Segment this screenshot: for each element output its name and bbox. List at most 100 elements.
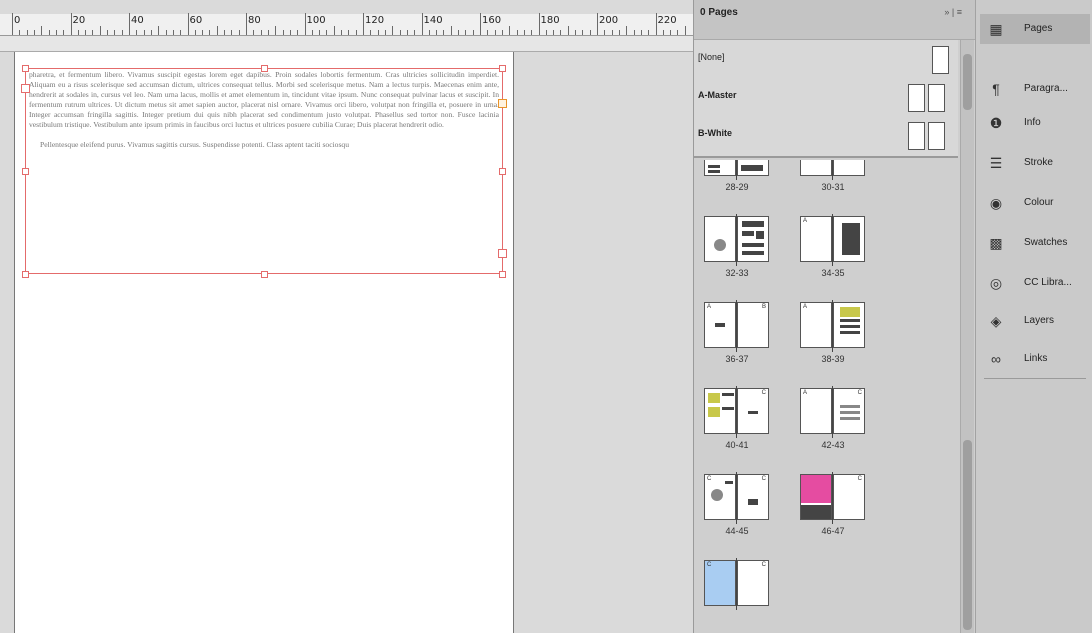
- ruler-minor-tick: [509, 26, 511, 35]
- ruler-minor-tick: [458, 30, 460, 35]
- dock-item-colour[interactable]: ◉ Colour: [980, 188, 1090, 218]
- ruler-minor-tick: [136, 30, 138, 35]
- pages-scroll-thumb[interactable]: [963, 440, 972, 630]
- resize-handle-top-center[interactable]: [261, 65, 268, 72]
- ruler-minor-tick: [392, 26, 394, 35]
- ruler-minor-tick: [99, 26, 101, 35]
- ruler-minor-tick: [487, 30, 489, 35]
- master-a[interactable]: A-Master: [694, 80, 958, 116]
- dock-item-label: Swatches: [1024, 237, 1068, 248]
- ruler-minor-tick: [231, 30, 233, 35]
- ruler-label: 40: [131, 15, 144, 26]
- resize-handle-bottom-left[interactable]: [22, 271, 29, 278]
- dock-item-label: Pages: [1024, 23, 1053, 34]
- ruler-minor-tick: [348, 30, 350, 35]
- spread-number: 36-37: [725, 354, 749, 364]
- dock-item-info[interactable]: ❶ Info: [980, 108, 1090, 138]
- ruler-minor-tick: [611, 30, 613, 35]
- ruler-minor-tick: [85, 30, 87, 35]
- ruler-label: 60: [189, 15, 203, 26]
- dock-item-pages[interactable]: ▦ Pages: [980, 14, 1090, 44]
- overset-port[interactable]: [498, 249, 507, 258]
- resize-handle-top-left[interactable]: [22, 65, 29, 72]
- dock-item-label: Paragra...: [1024, 83, 1068, 94]
- ruler-label: 180: [540, 15, 560, 26]
- ruler-minor-tick: [341, 30, 343, 35]
- resize-handle-mid-left[interactable]: [22, 168, 29, 175]
- out-port[interactable]: [498, 99, 507, 108]
- resize-handle-bottom-right[interactable]: [499, 271, 506, 278]
- pages-panel-title[interactable]: 0 Pages: [700, 7, 738, 18]
- in-port[interactable]: [21, 84, 30, 93]
- ruler-label: 0: [14, 15, 21, 26]
- spread-number: 30-31: [821, 182, 845, 192]
- master-none[interactable]: [None]: [694, 42, 958, 78]
- dock-item-label: CC Libra...: [1024, 277, 1072, 288]
- horizontal-ruler[interactable]: 0 20 40 60 80 100 120 140 160 180 200 220: [0, 13, 693, 36]
- dock-item-links[interactable]: ∞ Links: [980, 344, 1090, 374]
- ruler-label: 220: [657, 15, 677, 26]
- ruler-minor-tick: [216, 26, 218, 35]
- layers-icon: ◈: [990, 313, 1002, 329]
- document-page[interactable]: pharetra, et fermentum libero. Vivamus s…: [14, 52, 514, 633]
- ruler-minor-tick: [465, 30, 467, 35]
- ruler-minor-tick: [180, 30, 182, 35]
- masters-scroll-thumb[interactable]: [963, 54, 972, 110]
- dock-item-paragraph[interactable]: ¶ Paragra...: [980, 74, 1090, 104]
- dock-item-layers[interactable]: ◈ Layers: [980, 306, 1090, 336]
- master-thumbnail[interactable]: [908, 122, 925, 150]
- pasteboard[interactable]: [0, 36, 693, 52]
- ruler-minor-tick: [209, 30, 211, 35]
- dock-item-label: Links: [1024, 353, 1048, 364]
- master-thumbnail[interactable]: [908, 84, 925, 112]
- ruler-minor-tick: [282, 30, 284, 35]
- ruler-minor-tick: [77, 30, 79, 35]
- ruler-minor-tick: [626, 26, 628, 35]
- resize-handle-mid-right[interactable]: [499, 168, 506, 175]
- colour-icon: ◉: [989, 195, 1003, 211]
- ruler-minor-tick: [165, 30, 167, 35]
- ruler-minor-tick: [531, 30, 533, 35]
- masters-section[interactable]: [None] A-Master B-White: [694, 40, 958, 158]
- resize-handle-bottom-center[interactable]: [261, 271, 268, 278]
- spread-number: 34-35: [821, 268, 845, 278]
- dock-item-cc-libraries[interactable]: ◎ CC Libra...: [980, 268, 1090, 298]
- ruler-minor-tick: [289, 30, 291, 35]
- page-spreads-list[interactable]: 28-29 30-31 32-33 A 34-35 A B 36-37 A 38…: [694, 160, 958, 633]
- master-label: [None]: [698, 52, 725, 62]
- dock-item-stroke[interactable]: ☰ Stroke: [980, 148, 1090, 178]
- document-window[interactable]: 0 20 40 60 80 100 120 140 160 180 200 220 pharetra,…: [0, 0, 693, 633]
- panel-menu-icon[interactable]: » | ≡: [944, 7, 962, 17]
- ruler-minor-tick: [604, 30, 606, 35]
- master-b[interactable]: B-White: [694, 118, 958, 154]
- ruler-minor-tick: [582, 30, 584, 35]
- ruler-minor-tick: [640, 30, 642, 35]
- dock-item-swatches[interactable]: ▩ Swatches: [980, 228, 1090, 258]
- panel-dock[interactable]: ▦ Pages ¶ Paragra... ❶ Info ☰ Stroke ◉ C…: [975, 0, 1092, 633]
- master-thumbnail[interactable]: [928, 84, 945, 112]
- ruler-minor-tick: [158, 26, 160, 35]
- master-thumbnail[interactable]: [928, 122, 945, 150]
- master-label: B-White: [698, 128, 732, 138]
- dock-item-label: Info: [1024, 117, 1041, 128]
- ruler-minor-tick: [684, 26, 686, 35]
- pages-panel-scrollbar[interactable]: [960, 40, 974, 633]
- ruler-minor-tick: [238, 30, 240, 35]
- pages-panel-header: 0 Pages » | ≡: [694, 0, 976, 40]
- text-frame[interactable]: pharetra, et fermentum libero. Vivamus s…: [21, 65, 507, 278]
- ruler-minor-tick: [377, 30, 379, 35]
- ruler-minor-tick: [224, 30, 226, 35]
- ruler-minor-tick: [41, 26, 43, 35]
- ruler-minor-tick: [443, 30, 445, 35]
- dock-divider: [984, 378, 1086, 379]
- ruler-minor-tick: [560, 30, 562, 35]
- spread-number: 38-39: [821, 354, 845, 364]
- ruler-minor-tick: [326, 30, 328, 35]
- pages-panel[interactable]: 0 Pages » | ≡ [None] A-Master B-White 28…: [693, 0, 976, 633]
- ruler-minor-tick: [297, 30, 299, 35]
- spread-number: 32-33: [725, 268, 749, 278]
- ruler-minor-tick: [202, 30, 204, 35]
- resize-handle-top-right[interactable]: [499, 65, 506, 72]
- ruler-minor-tick: [172, 30, 174, 35]
- master-thumbnail[interactable]: [932, 46, 949, 74]
